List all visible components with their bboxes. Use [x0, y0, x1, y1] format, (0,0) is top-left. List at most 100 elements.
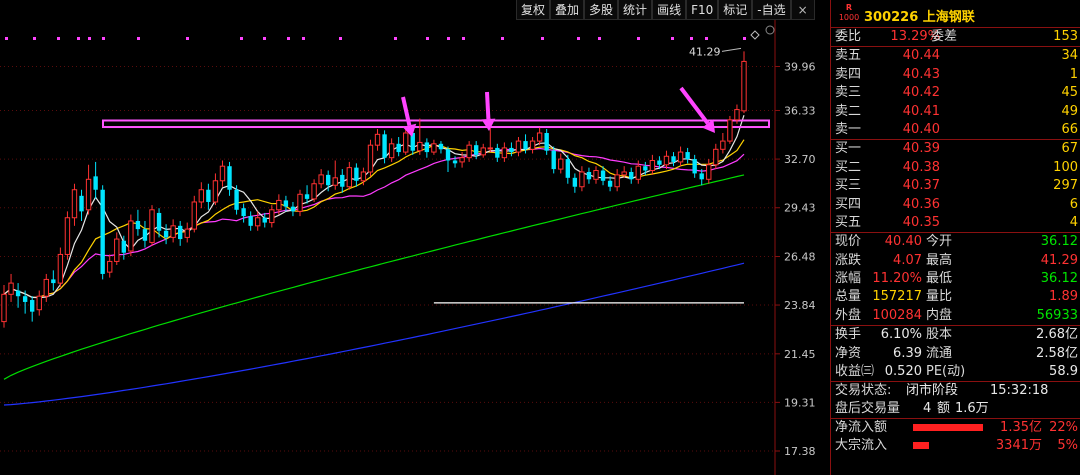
stat-value: 2.68亿 [1036, 327, 1078, 343]
status-time: 15:32:18 [990, 383, 1049, 399]
candle-body [206, 189, 211, 202]
stat-value: 58.9 [1049, 364, 1078, 380]
buy-level-label: 买一 [835, 141, 862, 157]
sell-row-1[interactable]: 卖五 40.44 34 [831, 47, 1080, 65]
candle-body [536, 132, 543, 142]
statistics-button[interactable]: 统计 [618, 0, 653, 20]
y-tick-label: 21.45 [784, 348, 816, 361]
chart-toolbar: 复权 叠加 多股 统计 画线 F10 标记 -自选 × [516, 0, 830, 20]
remove-watchlist-button[interactable]: -自选 [752, 0, 791, 20]
buy-price: 40.37 [902, 178, 940, 194]
quote2-row: 收益㈢ 0.520 PE(动) 58.9 [831, 363, 1080, 381]
candle [51, 270, 56, 291]
signal-dot [137, 37, 140, 40]
stock-code-name[interactable]: 300226 上海钢联 [864, 6, 975, 25]
candle [692, 154, 697, 178]
f10-button[interactable]: F10 [686, 0, 719, 20]
quote1-row: 总量 157217 量比 1.89 [831, 288, 1080, 306]
sell-row-4[interactable]: 卖二 40.41 49 [831, 103, 1080, 121]
sell-level-label: 卖四 [835, 66, 862, 82]
mark-button[interactable]: 标记 [718, 0, 753, 20]
candle-body [445, 149, 451, 161]
candle [241, 203, 246, 223]
annotation-arrows [401, 86, 715, 137]
candle [114, 232, 120, 265]
y-tick-label: 29.43 [784, 202, 816, 215]
buy-volume: 4 [1069, 214, 1078, 230]
draw-line-button[interactable]: 画线 [652, 0, 687, 20]
candle-body [71, 189, 78, 219]
fuquan-button[interactable]: 复权 [516, 0, 551, 20]
sell-volume: 1 [1069, 66, 1078, 82]
sell-row-3[interactable]: 卖三 40.42 45 [831, 84, 1080, 102]
ma120-line [3, 262, 745, 406]
stat-value: 4.07 [893, 252, 922, 268]
stat-label: 流通 [926, 345, 953, 361]
candle-body [382, 134, 387, 158]
buy-row-5[interactable]: 买五 40.35 4 [831, 214, 1080, 232]
flow-value: 3341万 [995, 438, 1042, 454]
sell-row-5[interactable]: 卖一 40.40 66 [831, 121, 1080, 139]
candle-body [248, 216, 253, 226]
candle [720, 133, 726, 154]
buy-row-3[interactable]: 买三 40.37 297 [831, 177, 1080, 195]
candle-body [699, 173, 704, 180]
candle [304, 185, 310, 204]
quote-stats: 现价 40.40 今开 36.12 涨跌 4.07 最高 41.29 涨幅 11.20% 最低 36.… [831, 233, 1080, 327]
candle-body [340, 174, 345, 187]
stat-value: 56933 [1036, 307, 1078, 323]
buy-row-4[interactable]: 买四 40.36 6 [831, 196, 1080, 214]
quote1-row: 外盘 100284 内盘 56933 [831, 307, 1080, 325]
candle-body [184, 228, 190, 238]
candle-body [191, 201, 197, 230]
candle [262, 212, 267, 228]
candle-body [720, 140, 726, 150]
candle-body [706, 164, 712, 180]
signal-dot [462, 37, 465, 40]
high-pointer [721, 47, 742, 52]
candle [685, 147, 690, 164]
candle-body [311, 183, 317, 200]
candle-body [332, 177, 338, 186]
candle-body [501, 147, 508, 159]
sell-row-2[interactable]: 卖四 40.43 1 [831, 66, 1080, 84]
flow-percent: 22% [1049, 420, 1078, 436]
candle-body [36, 295, 42, 311]
close-icon[interactable]: × [790, 0, 815, 20]
stat-value: 40.40 [884, 234, 922, 250]
candle [544, 129, 549, 155]
candle-body [388, 143, 395, 159]
candle-body [649, 159, 656, 172]
buy-row-2[interactable]: 买二 40.38 100 [831, 159, 1080, 177]
candle [128, 214, 134, 257]
buy-orders: 买一 40.39 67 买二 40.38 100 买三 40.37 297 买四 40.36 6 买五 4… [831, 140, 1080, 234]
sell-price: 40.42 [902, 85, 940, 101]
candle-body [459, 157, 465, 163]
signal-dot [447, 37, 450, 40]
buy-price: 40.39 [902, 141, 940, 157]
kline-chart[interactable]: 39.96 36.33 32.70 29.43 26.48 23.84 21.45 19.31… [0, 0, 830, 475]
candle [142, 220, 148, 248]
candle-body [495, 147, 500, 158]
buy-level-label: 买二 [835, 159, 862, 175]
candle [191, 195, 197, 233]
signal-dot [577, 37, 580, 40]
signal-dot [240, 37, 243, 40]
candle-body [234, 189, 239, 210]
candle [8, 273, 14, 302]
candle-body [304, 194, 310, 199]
sell-price: 40.43 [902, 66, 940, 82]
overlay-button[interactable]: 叠加 [550, 0, 585, 20]
candle-body [551, 150, 556, 170]
candle [367, 139, 374, 177]
signal-dot [88, 37, 91, 40]
buy-row-1[interactable]: 买一 40.39 67 [831, 140, 1080, 158]
candle-body [529, 140, 536, 150]
flow-row: 大宗流入 3341万 5% [831, 437, 1080, 455]
candle [536, 127, 543, 146]
candle-body [149, 209, 155, 243]
candle-body [607, 180, 613, 187]
y-tick-label: 39.96 [784, 60, 816, 73]
multi-stock-button[interactable]: 多股 [584, 0, 619, 20]
candle [480, 143, 486, 158]
